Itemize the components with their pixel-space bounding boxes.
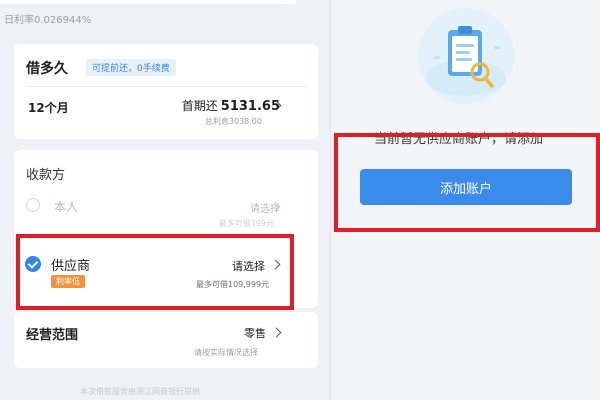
first-repay-label: 首期还 xyxy=(181,99,218,113)
scope-hint: 请按实际情况选择 xyxy=(194,348,258,357)
scope-title: 经营范围 xyxy=(26,328,79,343)
top-edge xyxy=(0,0,296,4)
total-interest: 总利息3038.00 xyxy=(204,117,262,126)
divider xyxy=(26,86,306,87)
self-limit-text: 最多可借199元 xyxy=(218,219,274,228)
annotation-highlight-add-account xyxy=(334,133,600,232)
early-repay-badge: 可提前还，0手续费 xyxy=(86,59,176,76)
daily-rate-text: 日利率0.026944% xyxy=(4,15,92,26)
payee-title: 收款方 xyxy=(26,168,66,183)
chevron-right-icon[interactable] xyxy=(271,327,282,338)
loan-form-panel: 日利率0.026944% 借多久 可提前还，0手续费 12个月 首期还 5131.… xyxy=(0,0,330,400)
self-option-label[interactable]: 本人 xyxy=(54,198,78,215)
scope-value[interactable]: 零售 xyxy=(244,325,266,341)
borrow-term-card: 借多久 可提前还，0手续费 12个月 首期还 5131.65 总利息3038.00 xyxy=(14,44,318,139)
annotation-highlight-supplier xyxy=(16,234,294,310)
term-value[interactable]: 12个月 xyxy=(28,99,69,116)
footer-note: 本次借款服务由浙江网商银行提供 xyxy=(80,387,200,396)
clipboard-search-illustration-icon xyxy=(418,8,514,104)
borrow-title: 借多久 xyxy=(26,61,68,77)
self-radio[interactable] xyxy=(26,198,40,212)
first-repay-amount: 5131.65 xyxy=(220,99,280,114)
business-scope-card[interactable]: 经营范围 零售 请按实际情况选择 xyxy=(14,312,318,368)
first-repay-row[interactable]: 首期还 5131.65 xyxy=(182,97,280,114)
